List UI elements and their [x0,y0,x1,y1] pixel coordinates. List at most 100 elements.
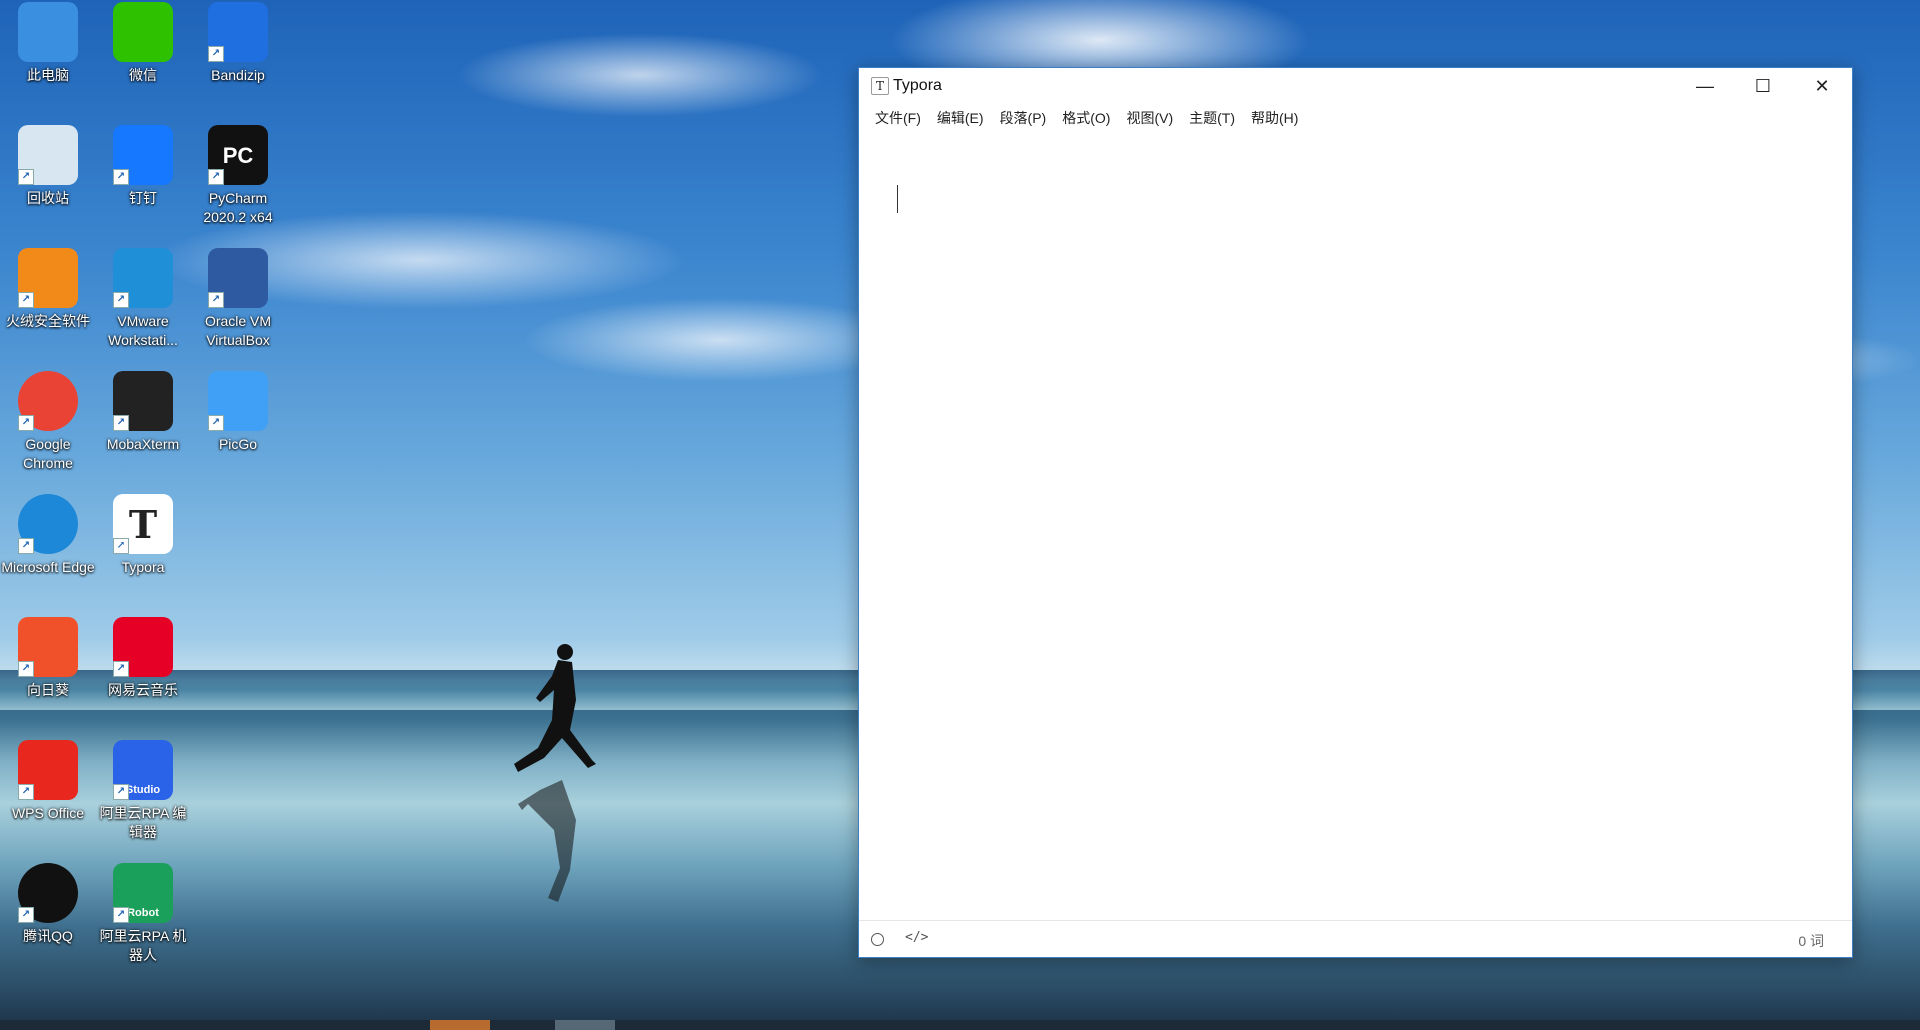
menu-theme[interactable]: 主题(T) [1181,108,1243,128]
aliyun-rpa-robot-icon: Robot ↗ [113,863,173,923]
desktop-icon-label: Google Chrome [23,436,73,471]
desktop-icon[interactable]: Studio ↗ 阿里云RPA 编辑器 [95,740,191,842]
desktop-icon-label: Bandizip [211,67,265,83]
menu-file[interactable]: 文件(F) [867,108,929,128]
window-title: Typora [893,77,942,94]
word-count[interactable]: 0 词 [1798,931,1824,951]
source-code-toggle-icon[interactable]: </> [905,930,928,945]
wps-icon: ↗ [18,740,78,800]
shortcut-arrow-icon: ↗ [113,661,129,677]
virtualbox-icon: ↗ [208,248,268,308]
shortcut-arrow-icon: ↗ [113,538,129,554]
typora-icon: T ↗ [113,494,173,554]
shortcut-arrow-icon: ↗ [208,46,224,62]
desktop-icon[interactable]: ↗ PicGo [190,371,286,454]
vmware-icon: ↗ [113,248,173,308]
desktop-icon-label: Typora [121,559,165,575]
menu-paragraph[interactable]: 段落(P) [992,108,1055,128]
desktop-icon[interactable]: PC ↗ PyCharm 2020.2 x64 [190,125,286,227]
shortcut-arrow-icon: ↗ [208,292,224,308]
typora-app-icon: T [871,77,889,95]
desktop-icon[interactable]: ↗ Google Chrome [0,371,96,473]
mobaxterm-icon: ↗ [113,371,173,431]
desktop-icon[interactable]: ↗ 火绒安全软件 [0,248,96,331]
maximize-button[interactable]: ☐ [1734,68,1792,104]
desktop-icon-label: 阿里云RPA 机器人 [99,928,187,963]
desktop-icon-label: 阿里云RPA 编辑器 [99,805,187,840]
title-bar[interactable]: T Typora — ☐ ✕ [859,68,1852,104]
desktop-icon-label: MobaXterm [106,436,180,452]
picgo-icon: ↗ [208,371,268,431]
desktop-icon-label: 火绒安全软件 [6,313,90,329]
menu-help[interactable]: 帮助(H) [1243,108,1306,128]
desktop-icon-label: 微信 [129,67,157,83]
edge-icon: ↗ [18,494,78,554]
wallpaper-runner-silhouette [514,644,596,902]
menu-format[interactable]: 格式(O) [1054,108,1118,128]
desktop-icon-label: PicGo [218,436,258,452]
aliyun-rpa-studio-icon: Studio ↗ [113,740,173,800]
desktop-icon-label: 腾讯QQ [23,928,73,944]
desktop-icon[interactable]: ↗ 钉钉 [95,125,191,208]
shortcut-arrow-icon: ↗ [18,292,34,308]
desktop-icon[interactable]: Robot ↗ 阿里云RPA 机器人 [95,863,191,965]
close-button[interactable]: ✕ [1793,68,1851,104]
huorong-icon: ↗ [18,248,78,308]
desktop-icon-label: WPS Office [11,805,85,821]
shortcut-arrow-icon: ↗ [208,415,224,431]
menu-edit[interactable]: 编辑(E) [929,108,992,128]
recycle-bin-icon: ↗ [18,125,78,185]
taskbar[interactable] [0,1020,1920,1030]
taskbar-active-item[interactable] [430,1020,490,1030]
shortcut-arrow-icon: ↗ [18,784,34,800]
desktop-icon[interactable]: ↗ MobaXterm [95,371,191,454]
desktop-icon-label: 回收站 [27,190,69,206]
outline-toggle-icon[interactable] [871,933,884,946]
desktop-icon[interactable]: ↗ WPS Office [0,740,96,823]
desktop-icon-label: 网易云音乐 [108,682,178,698]
pycharm-icon: PC ↗ [208,125,268,185]
minimize-button[interactable]: — [1676,68,1734,104]
wechat-icon [113,2,173,62]
shortcut-arrow-icon: ↗ [18,538,34,554]
desktop-icon[interactable]: T ↗ Typora [95,494,191,577]
desktop-icon-label: 钉钉 [129,190,157,206]
desktop-icon-label: PyCharm 2020.2 x64 [203,190,273,225]
shortcut-arrow-icon: ↗ [113,784,129,800]
shortcut-arrow-icon: ↗ [113,907,129,923]
desktop-icon-label: 此电脑 [27,67,69,83]
desktop-icon[interactable]: ↗ Oracle VM VirtualBox [190,248,286,350]
sunlogin-icon: ↗ [18,617,78,677]
desktop-icon[interactable]: ↗ Bandizip [190,2,286,85]
shortcut-arrow-icon: ↗ [18,415,34,431]
desktop-icon[interactable]: ↗ 腾讯QQ [0,863,96,946]
shortcut-arrow-icon: ↗ [18,907,34,923]
desktop-icon[interactable]: ↗ 网易云音乐 [95,617,191,700]
desktop-icon[interactable]: ↗ Microsoft Edge [0,494,96,577]
shortcut-arrow-icon: ↗ [113,169,129,185]
desktop-icon[interactable]: ↗ 回收站 [0,125,96,208]
desktop-icon[interactable]: ↗ 向日葵 [0,617,96,700]
shortcut-arrow-icon: ↗ [113,415,129,431]
menu-bar: 文件(F) 编辑(E) 段落(P) 格式(O) 视图(V) 主题(T) 帮助(H… [859,104,1852,132]
chrome-icon: ↗ [18,371,78,431]
desktop-icon[interactable]: 此电脑 [0,2,96,85]
bandizip-icon: ↗ [208,2,268,62]
shortcut-arrow-icon: ↗ [18,169,34,185]
text-caret [897,185,898,213]
computer-icon [18,2,78,62]
desktop-icon-label: 向日葵 [27,682,69,698]
desktop-icon[interactable]: 微信 [95,2,191,85]
shortcut-arrow-icon: ↗ [113,292,129,308]
editor-area[interactable] [859,132,1852,919]
netease-music-icon: ↗ [113,617,173,677]
menu-view[interactable]: 视图(V) [1118,108,1181,128]
typora-window[interactable]: T Typora — ☐ ✕ 文件(F) 编辑(E) 段落(P) 格式(O) 视… [858,67,1853,958]
desktop-icon[interactable]: ↗ VMware Workstati... [95,248,191,350]
status-bar: </> 0 词 [859,920,1852,957]
shortcut-arrow-icon: ↗ [18,661,34,677]
shortcut-arrow-icon: ↗ [208,169,224,185]
desktop-icon-label: VMware Workstati... [108,313,178,348]
taskbar-item[interactable] [555,1020,615,1030]
dingtalk-icon: ↗ [113,125,173,185]
